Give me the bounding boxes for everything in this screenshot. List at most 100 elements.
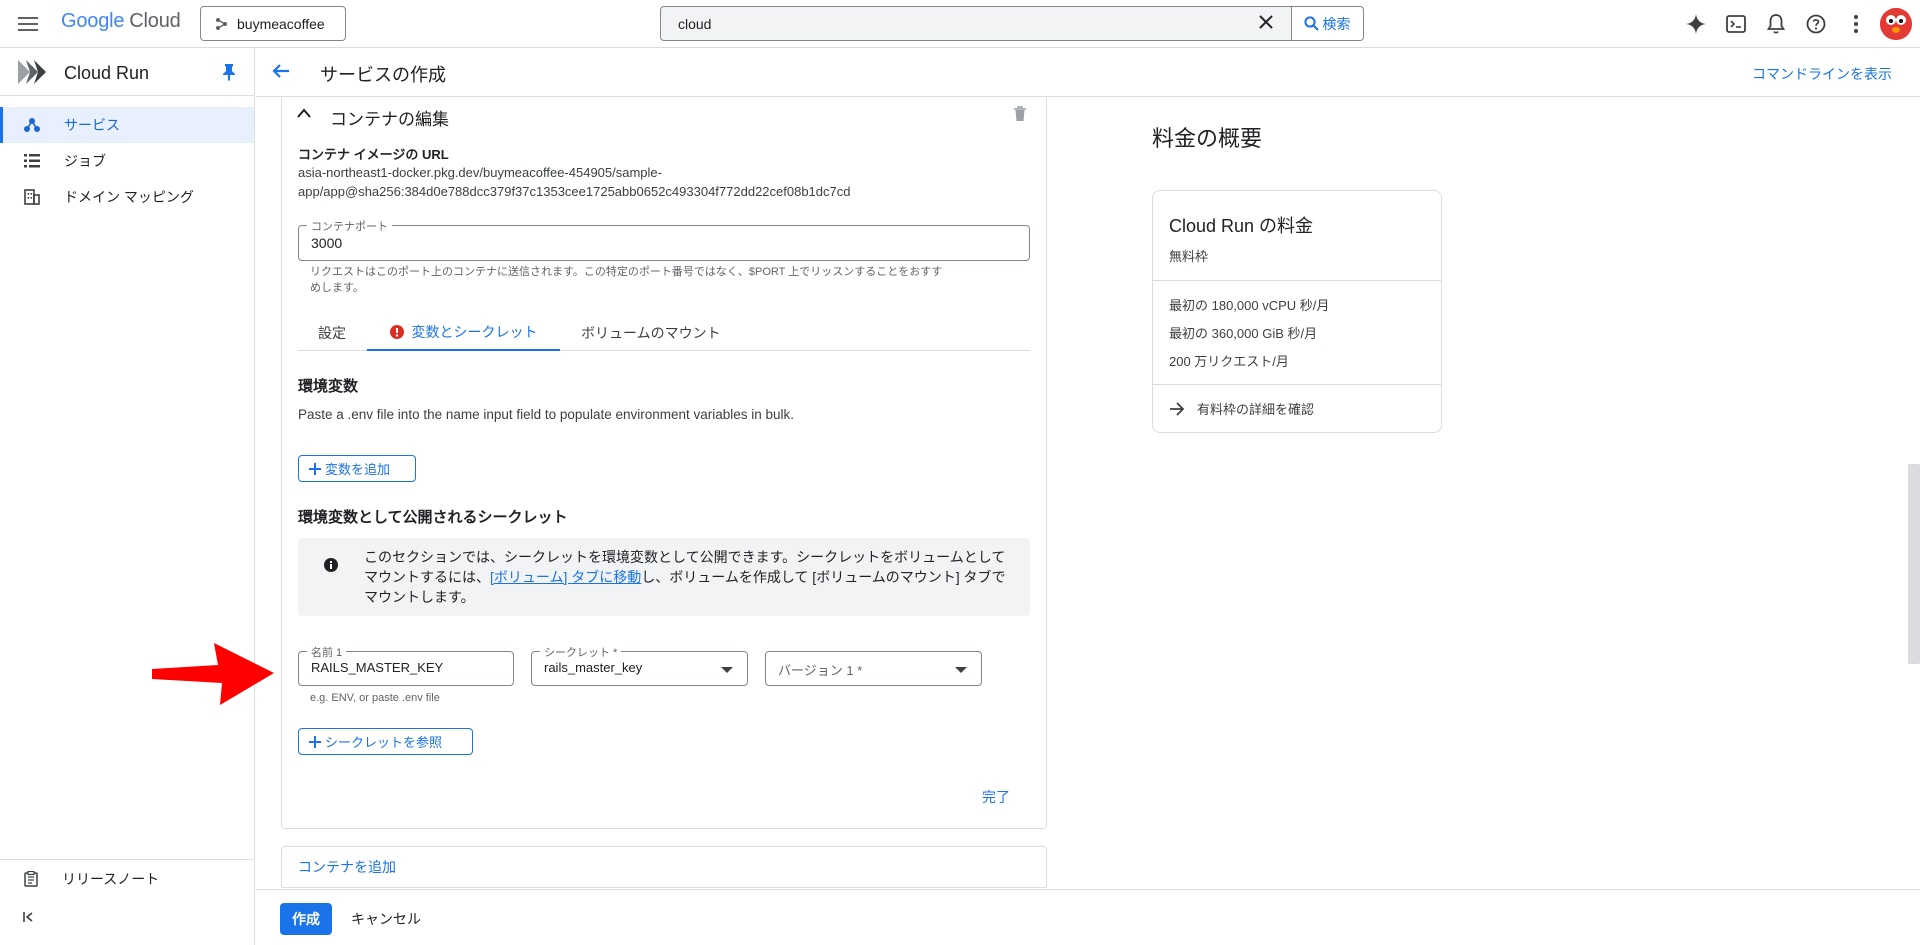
container-section-title: コンテナの編集 <box>330 110 449 129</box>
secret-select-value: rails_master_key <box>544 660 643 675</box>
cloud-run-logo-icon <box>16 56 48 88</box>
version-placeholder: バージョン 1 * <box>778 663 863 678</box>
secret-name-hint: e.g. ENV, or paste .env file <box>310 692 440 704</box>
domain-icon <box>24 189 40 205</box>
scrollbar[interactable] <box>1908 464 1920 664</box>
add-variable-button[interactable]: 変数を追加 <box>298 455 416 482</box>
pricing-line: 最初の 360,000 GiB 秒/月 <box>1169 326 1318 341</box>
secrets-title: 環境変数として公開されるシークレット <box>298 509 568 526</box>
pricing-line: 200 万リクエスト/月 <box>1169 354 1289 369</box>
nav-header: Cloud Run <box>0 48 255 96</box>
create-button[interactable]: 作成 <box>280 903 332 935</box>
secret-select[interactable]: シークレット * rails_master_key <box>531 644 748 686</box>
env-vars-description: Paste a .env file into the name input fi… <box>298 407 795 422</box>
search-value: cloud <box>678 15 712 32</box>
clear-search-icon[interactable] <box>1254 10 1278 34</box>
chevron-up-icon[interactable] <box>296 107 312 119</box>
gemini-sparkle-icon[interactable] <box>1682 10 1710 38</box>
cloud-shell-terminal-icon[interactable] <box>1722 10 1750 38</box>
info-line-2: マウントするには、[ボリューム] タブに移動し、ボリュームを作成して [ボリュー… <box>364 567 1014 587</box>
pricing-card-subtitle: 無料枠 <box>1169 249 1209 264</box>
project-name: buymeacoffee <box>237 15 325 32</box>
pin-icon[interactable] <box>222 63 236 81</box>
left-navigation: Cloud Run サービス ジョブ ドメイン マッピング リリースノート <box>0 48 255 945</box>
action-footer: 作成 キャンセル <box>256 889 1920 945</box>
secret-name-input[interactable]: 名前 1 RAILS_MASTER_KEY <box>298 644 514 686</box>
add-variable-label: 変数を追加 <box>325 462 391 477</box>
tab-settings[interactable]: 設定 <box>318 315 346 351</box>
nav-item-label: ジョブ <box>64 153 106 169</box>
paid-tier-link-label: 有料枠の詳細を確認 <box>1197 402 1315 417</box>
divider <box>1153 384 1441 385</box>
tab-variables-secrets[interactable]: 変数とシークレット <box>367 315 560 351</box>
top-bar: Google Cloud buymeacoffee cloud 検索 <box>0 0 1920 48</box>
cancel-button[interactable]: キャンセル <box>351 909 421 929</box>
services-icon <box>24 117 40 133</box>
reference-secret-button[interactable]: シークレットを参照 <box>298 728 473 755</box>
search-button[interactable]: 検索 <box>1291 6 1364 41</box>
pricing-summary-title: 料金の概要 <box>1152 126 1263 151</box>
search-icon <box>1303 16 1319 31</box>
secrets-info-box: このセクションでは、シークレットを環境変数として公開できます。シークレットをボリ… <box>298 538 1030 616</box>
notifications-bell-icon[interactable] <box>1762 10 1790 38</box>
plus-icon <box>309 735 321 748</box>
container-port-label: コンテナポート <box>307 218 392 234</box>
nav-item-services[interactable]: サービス <box>0 107 254 143</box>
product-title: Cloud Run <box>64 63 150 83</box>
volumes-tab-link[interactable]: [ボリューム] タブに移動 <box>490 569 641 585</box>
collapse-nav-icon[interactable] <box>22 910 36 924</box>
image-url-line-2: app/app@sha256:384d0e788dcc379f37c1353ce… <box>298 184 851 199</box>
main-menu-icon[interactable] <box>12 8 44 40</box>
secret-name-value: RAILS_MASTER_KEY <box>311 660 444 675</box>
arrow-right-icon <box>1169 401 1185 416</box>
project-picker[interactable]: buymeacoffee <box>200 6 346 41</box>
env-vars-title: 環境変数 <box>298 378 359 395</box>
info-icon <box>324 558 338 572</box>
version-select[interactable]: バージョン 1 * <box>765 651 982 686</box>
container-port-value: 3000 <box>311 235 343 251</box>
tab-volume-mounts[interactable]: ボリュームのマウント <box>581 315 721 351</box>
info-line-3: マウントします。 <box>364 589 475 605</box>
nav-item-jobs[interactable]: ジョブ <box>0 143 254 179</box>
secrets-info-text: このセクションでは、シークレットを環境変数として公開できます。シークレットをボリ… <box>364 547 1014 607</box>
container-port-field[interactable]: コンテナポート 3000 <box>298 218 1030 261</box>
reference-secret-label: シークレットを参照 <box>325 735 443 750</box>
info-line-1: このセクションでは、シークレットを環境変数として公開できます。シークレットをボリ… <box>364 549 1006 565</box>
logo-cloud-text: Cloud <box>129 10 181 32</box>
secret-name-label: 名前 1 <box>307 644 347 660</box>
google-cloud-logo[interactable]: Google Cloud <box>61 10 181 33</box>
nav-item-domain-mapping[interactable]: ドメイン マッピング <box>0 179 254 215</box>
account-avatar[interactable] <box>1880 8 1912 40</box>
jobs-list-icon <box>24 154 40 168</box>
nav-item-label: サービス <box>64 117 120 133</box>
search-button-label: 検索 <box>1322 15 1351 32</box>
pricing-card: Cloud Run の料金 無料枠 最初の 180,000 vCPU 秒/月 最… <box>1152 190 1442 433</box>
back-arrow-icon[interactable] <box>271 61 291 81</box>
annotation-arrow <box>152 643 274 705</box>
create-label: 作成 <box>292 911 320 927</box>
secret-select-label: シークレット * <box>540 644 622 660</box>
project-icon <box>215 17 229 31</box>
delete-icon[interactable] <box>1013 106 1027 122</box>
show-command-line-link[interactable]: コマンドラインを表示 <box>1752 64 1892 84</box>
image-url-label: コンテナ イメージの URL <box>298 147 449 162</box>
error-icon <box>389 325 404 339</box>
pricing-line: 最初の 180,000 vCPU 秒/月 <box>1169 298 1330 313</box>
container-tabs: 設定 変数とシークレット ボリュームのマウント <box>298 315 1030 351</box>
more-options-icon[interactable] <box>1842 10 1870 38</box>
tab-label: ボリュームのマウント <box>581 325 721 341</box>
nav-item-label: ドメイン マッピング <box>64 189 194 205</box>
release-notes-link[interactable]: リリースノート <box>0 859 254 897</box>
info-line-2-post: し、ボリュームを作成して [ボリュームのマウント] タブで <box>641 569 1006 585</box>
dropdown-arrow-icon <box>955 667 967 673</box>
help-icon[interactable] <box>1802 10 1830 38</box>
done-button[interactable]: 完了 <box>982 787 1010 807</box>
pricing-card-title: Cloud Run の料金 <box>1169 216 1314 236</box>
page-header: サービスの作成 コマンドラインを表示 <box>256 48 1920 97</box>
search-input[interactable]: cloud <box>660 6 1292 41</box>
logo-google-text: Google <box>61 10 125 32</box>
paid-tier-details-link[interactable]: 有料枠の詳細を確認 <box>1169 399 1314 418</box>
release-notes-label: リリースノート <box>62 870 160 887</box>
port-hint-line-2: めします。 <box>310 282 364 294</box>
add-container-button[interactable]: コンテナを追加 <box>281 846 1047 888</box>
